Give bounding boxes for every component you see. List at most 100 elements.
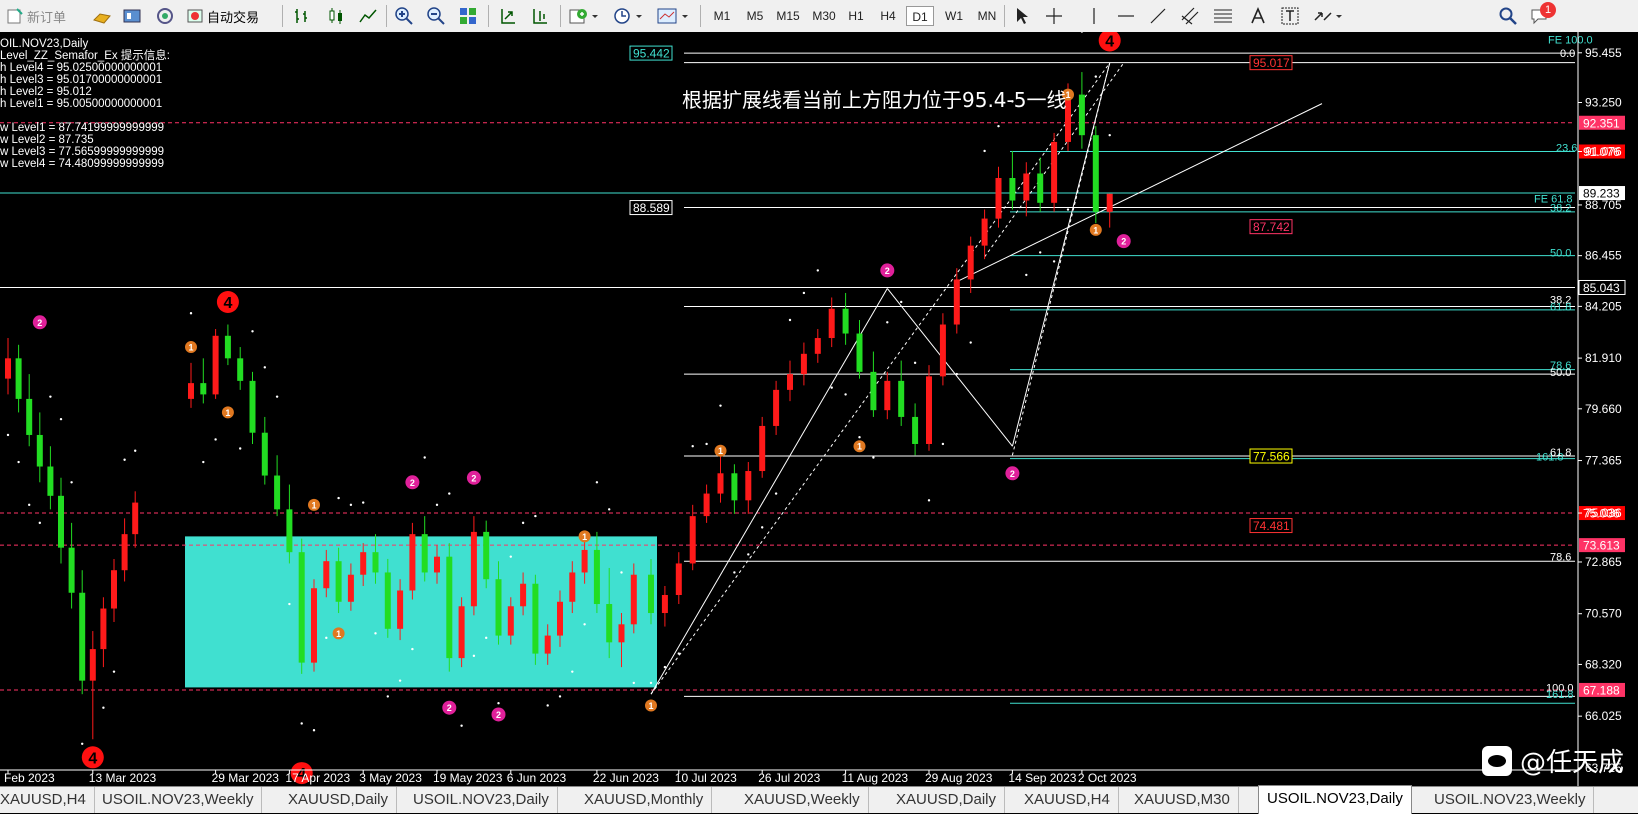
chart-tab[interactable]: XAUUSD,Daily — [888, 787, 1006, 813]
candle[interactable] — [188, 362, 194, 408]
candle[interactable] — [237, 347, 244, 390]
candle[interactable] — [311, 579, 317, 672]
search-icon[interactable] — [1498, 4, 1518, 28]
channel-icon[interactable] — [1180, 4, 1202, 28]
level-tag[interactable]: 88.589 — [629, 200, 673, 216]
candle[interactable] — [121, 518, 128, 582]
chart-tab[interactable]: XAUUSD,Daily — [280, 787, 398, 813]
alerts-button[interactable]: 1 — [1530, 2, 1560, 28]
candle[interactable] — [200, 358, 207, 404]
candle[interactable] — [731, 464, 738, 514]
candle[interactable] — [224, 324, 231, 366]
candle[interactable] — [675, 552, 682, 605]
cursor-icon[interactable] — [1012, 4, 1032, 28]
candle[interactable] — [703, 484, 710, 523]
candle[interactable] — [212, 329, 219, 399]
candle[interactable] — [828, 297, 835, 348]
zoom-in-icon[interactable] — [394, 4, 414, 28]
candlestick-icon[interactable] — [326, 4, 346, 28]
candle[interactable] — [939, 313, 946, 386]
candle[interactable] — [953, 268, 960, 334]
candle[interactable] — [1051, 132, 1058, 212]
candle[interactable] — [286, 484, 293, 564]
candle[interactable] — [274, 455, 281, 517]
candle[interactable] — [884, 371, 891, 420]
chart-tab[interactable]: USOIL.NOV23,Daily — [405, 787, 558, 813]
candle[interactable] — [870, 351, 877, 417]
candle[interactable] — [421, 516, 428, 582]
candle[interactable] — [458, 597, 465, 668]
chart-tab[interactable]: USOIL.NOV23,Daily — [1258, 785, 1412, 814]
candle[interactable] — [470, 516, 477, 616]
new-order-button[interactable]: 新订单 — [6, 4, 66, 28]
candle[interactable] — [15, 344, 22, 413]
chart-tab[interactable]: USOIL.NOV23,Weekly — [1426, 787, 1595, 813]
price-chart[interactable]: 241144112222111 1221142 92.35191.07685.04… — [0, 32, 1638, 786]
projection-line[interactable] — [1011, 62, 1111, 456]
candle[interactable] — [298, 538, 305, 674]
candle[interactable] — [759, 416, 766, 478]
candle[interactable] — [967, 236, 974, 293]
auto-trade-button[interactable]: 自动交易 — [186, 4, 259, 28]
timeframe-h4[interactable]: H4 — [874, 6, 902, 26]
candle[interactable] — [689, 504, 696, 571]
chart-tab[interactable]: XAUUSD,M30 — [1126, 787, 1239, 813]
candle[interactable] — [981, 209, 988, 260]
chart-tab[interactable]: XAUUSD,Monthly — [576, 787, 713, 813]
timeframe-mn[interactable]: MN — [972, 6, 1002, 26]
timeframe-w1[interactable]: W1 — [940, 6, 968, 26]
candle[interactable] — [47, 446, 54, 510]
autoscroll-icon[interactable] — [498, 4, 518, 28]
signal-icon[interactable] — [155, 4, 175, 28]
trendline-icon[interactable] — [1148, 4, 1168, 28]
candle[interactable] — [898, 360, 905, 426]
wave-line[interactable] — [650, 288, 888, 695]
candle[interactable] — [814, 329, 821, 363]
timeframe-h1[interactable]: H1 — [842, 6, 870, 26]
crosshair-icon[interactable] — [1044, 4, 1064, 28]
level-tag[interactable]: 95.017 — [1249, 55, 1293, 71]
candle[interactable] — [111, 558, 117, 623]
zoom-out-icon[interactable] — [426, 4, 446, 28]
chart-shift-icon[interactable] — [530, 4, 550, 28]
candle[interactable] — [842, 292, 849, 345]
timeframe-m30[interactable]: M30 — [808, 6, 840, 26]
level-tag[interactable]: 74.481 — [1249, 518, 1293, 534]
candle[interactable] — [912, 403, 919, 456]
candle[interactable] — [1037, 157, 1044, 212]
chart-tab[interactable]: USOIL.NOV23,Weekly — [94, 787, 263, 813]
candle[interactable] — [800, 342, 807, 386]
chart-tab[interactable]: XAUUSD,Weekly — [736, 787, 869, 813]
candle[interactable] — [717, 455, 724, 503]
text-label-icon[interactable] — [1280, 4, 1300, 28]
candle[interactable] — [446, 543, 453, 672]
candle[interactable] — [58, 477, 64, 564]
arrows-icon[interactable] — [1312, 4, 1346, 28]
projection-line[interactable] — [650, 62, 1111, 695]
candle[interactable] — [68, 522, 75, 609]
candle[interactable] — [532, 574, 539, 665]
candle[interactable] — [409, 522, 416, 600]
level-tag[interactable]: 95.442 — [629, 45, 673, 61]
level-tag[interactable]: 77.566 — [1249, 448, 1293, 464]
candle[interactable] — [132, 491, 139, 548]
candle[interactable] — [995, 166, 1002, 228]
timeframe-m1[interactable]: M1 — [708, 6, 736, 26]
candle[interactable] — [1078, 72, 1085, 149]
candle[interactable] — [5, 338, 11, 395]
candle[interactable] — [79, 570, 86, 695]
candle[interactable] — [249, 371, 256, 444]
candle[interactable] — [1092, 126, 1099, 224]
fibonacci-icon[interactable] — [1212, 4, 1234, 28]
templates-icon[interactable] — [656, 4, 692, 28]
candle[interactable] — [261, 416, 268, 485]
candle[interactable] — [745, 462, 752, 514]
wave-line[interactable] — [886, 288, 1013, 447]
add-indicator-icon[interactable] — [568, 4, 602, 28]
periods-icon[interactable] — [612, 4, 646, 28]
candle[interactable] — [1023, 162, 1030, 217]
candle[interactable] — [926, 365, 932, 451]
candle[interactable] — [26, 374, 33, 447]
text-icon[interactable] — [1248, 4, 1268, 28]
candle[interactable] — [483, 520, 490, 589]
